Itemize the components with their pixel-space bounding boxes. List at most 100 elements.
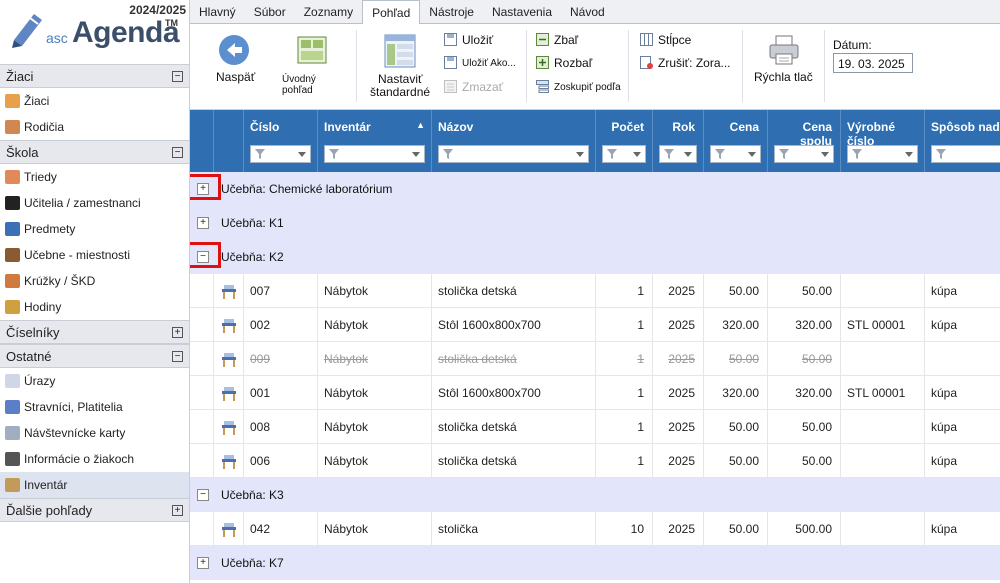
group-row[interactable]: + Učebňa: K1 xyxy=(190,206,1000,240)
column-header[interactable]: Názov xyxy=(432,110,596,172)
column-filter[interactable] xyxy=(324,145,425,163)
cell-spolu: 50.00 xyxy=(768,444,841,478)
sidebar-item[interactable]: Rodičia xyxy=(0,114,189,140)
column-header[interactable]: Počet xyxy=(596,110,653,172)
sidebar-item[interactable]: Predmety xyxy=(0,216,189,242)
sidebar-item[interactable]: Krúžky / ŠKD xyxy=(0,268,189,294)
tab-4[interactable]: Nástroje xyxy=(420,0,483,24)
cell-nazov: stolička detská xyxy=(432,444,596,478)
set-default-button[interactable]: Nastaviť štandardné xyxy=(366,32,434,99)
group-row[interactable]: + Učebňa: Chemické laboratórium xyxy=(190,172,1000,206)
group-label: Učebňa: K3 xyxy=(221,488,284,502)
sidebar-section-header[interactable]: Škola − xyxy=(0,140,189,164)
expand-group-icon[interactable]: + xyxy=(197,217,209,229)
sidebar-section-header[interactable]: Ostatné − xyxy=(0,344,189,368)
column-filter[interactable] xyxy=(659,145,697,163)
sidebar-item[interactable]: Učitelia / zamestnanci xyxy=(0,190,189,216)
column-filter[interactable] xyxy=(250,145,311,163)
table-row[interactable]: 006 Nábytok stolička detská 1 2025 50.00 50.00… xyxy=(190,444,1000,478)
filter-dropdown-icon xyxy=(905,152,913,157)
grid-header: Číslo Inventár ▲ Názov Počet Rok Cena Cena spol… xyxy=(190,110,1000,172)
sidebar-section-header[interactable]: Číselníky + xyxy=(0,320,189,344)
sidebar-item[interactable]: Učebne - miestnosti xyxy=(0,242,189,268)
collapse-section-icon[interactable]: − xyxy=(172,350,183,362)
delete-view-button[interactable]: Zmazať xyxy=(444,79,524,97)
cell-vyrobne xyxy=(841,342,925,376)
column-filter[interactable] xyxy=(602,145,646,163)
tab-6[interactable]: Návod xyxy=(561,0,614,24)
expand-section-icon[interactable]: + xyxy=(172,504,183,516)
sidebar-item[interactable]: Triedy xyxy=(0,164,189,190)
column-header[interactable]: Rok xyxy=(653,110,704,172)
tab-2[interactable]: Zoznamy xyxy=(295,0,362,24)
cell-vyrobne xyxy=(841,444,925,478)
tab-5[interactable]: Nastavenia xyxy=(483,0,561,24)
collapse-all-button[interactable]: Zbaľ xyxy=(536,32,616,50)
cell-rok: 2025 xyxy=(653,376,704,410)
collapse-section-icon[interactable]: − xyxy=(172,146,183,158)
column-filter[interactable] xyxy=(710,145,761,163)
column-header[interactable]: Číslo xyxy=(244,110,318,172)
table-row[interactable]: 002 Nábytok Stôl 1600x800x700 1 2025 320.00 32… xyxy=(190,308,1000,342)
table-row[interactable]: 007 Nábytok stolička detská 1 2025 50.00 50.00… xyxy=(190,274,1000,308)
filter-icon xyxy=(715,149,725,159)
cell-spacer xyxy=(190,274,214,308)
columns-button[interactable]: Stĺpce xyxy=(640,32,740,50)
table-row[interactable]: 008 Nábytok stolička detská 1 2025 50.00 50.00… xyxy=(190,410,1000,444)
expand-group-icon[interactable]: + xyxy=(197,557,209,569)
filter-icon xyxy=(329,149,339,159)
column-filter[interactable] xyxy=(847,145,918,163)
column-header[interactable]: Výrobné číslo xyxy=(841,110,925,172)
pen-logo-icon xyxy=(12,14,42,48)
group-row[interactable]: − Učebňa: K3 xyxy=(190,478,1000,512)
column-header[interactable]: Spôsob nad xyxy=(925,110,1000,172)
tab-0[interactable]: Hlavný xyxy=(190,0,245,24)
column-filter[interactable] xyxy=(438,145,589,163)
column-filter[interactable] xyxy=(931,145,1000,163)
cancel-sort-button[interactable]: Zrušiť: Zora... xyxy=(640,55,740,73)
sidebar-section-header[interactable]: Žiaci − xyxy=(0,64,189,88)
sidebar-section-header[interactable]: Ďalšie pohľady + xyxy=(0,498,189,522)
column-header[interactable]: Inventár ▲ xyxy=(318,110,432,172)
filter-dropdown-icon xyxy=(821,152,829,157)
sidebar-item[interactable]: Inventár xyxy=(0,472,189,498)
home-view-button[interactable]: Úvodný pohľad xyxy=(280,32,346,96)
save-as-button[interactable]: Uložiť Ako... xyxy=(444,55,524,73)
cell-spacer xyxy=(190,410,214,444)
back-button[interactable]: Naspäť xyxy=(208,32,264,92)
cell-cislo: 042 xyxy=(244,512,318,546)
quick-print-button[interactable]: Rýchla tlač xyxy=(750,32,822,92)
cell-nazov: stolička detská xyxy=(432,410,596,444)
expand-section-icon[interactable]: + xyxy=(172,326,183,338)
date-input[interactable]: 19. 03. 2025 xyxy=(833,53,913,73)
cell-spolu: 50.00 xyxy=(768,274,841,308)
collapse-group-icon[interactable]: − xyxy=(197,489,209,501)
sidebar-item[interactable]: Stravníci, Platitelia xyxy=(0,394,189,420)
cell-pocet: 1 xyxy=(596,444,653,478)
table-row[interactable]: 042 Nábytok stolička 10 2025 50.00 500.00 kúpa xyxy=(190,512,1000,546)
table-row[interactable]: 001 Nábytok Stôl 1600x800x700 1 2025 320.00 32… xyxy=(190,376,1000,410)
sidebar-item[interactable]: Informácie o žiakoch xyxy=(0,446,189,472)
sidebar-item[interactable]: Návštevnícke karty xyxy=(0,420,189,446)
column-label: Výrobné číslo xyxy=(847,120,896,148)
grid-layout-icon xyxy=(384,34,416,68)
sidebar-item[interactable]: Žiaci xyxy=(0,88,189,114)
column-filter[interactable] xyxy=(774,145,834,163)
tab-1[interactable]: Súbor xyxy=(245,0,295,24)
column-header[interactable]: Cena spolu xyxy=(768,110,841,172)
sidebar-item-label: Žiaci xyxy=(24,94,50,108)
tab-3[interactable]: Pohľad xyxy=(362,0,421,25)
cell-cislo: 002 xyxy=(244,308,318,342)
column-header[interactable]: Cena xyxy=(704,110,768,172)
expand-all-button[interactable]: Rozbaľ xyxy=(536,55,616,73)
cell-cena: 320.00 xyxy=(704,376,768,410)
group-by-button[interactable]: Zoskupiť podľa xyxy=(536,79,626,97)
sidebar-item[interactable]: Úrazy xyxy=(0,368,189,394)
table-row[interactable]: 009 Nábytok stolička detská 1 2025 50.00 50.00 xyxy=(190,342,1000,376)
collapse-section-icon[interactable]: − xyxy=(172,70,183,82)
group-row[interactable]: − Učebňa: K2 xyxy=(190,240,1000,274)
save-view-button[interactable]: Uložiť xyxy=(444,32,524,50)
printer-icon xyxy=(769,35,799,65)
sidebar-item[interactable]: Hodiny xyxy=(0,294,189,320)
group-row[interactable]: + Učebňa: K7 xyxy=(190,546,1000,580)
